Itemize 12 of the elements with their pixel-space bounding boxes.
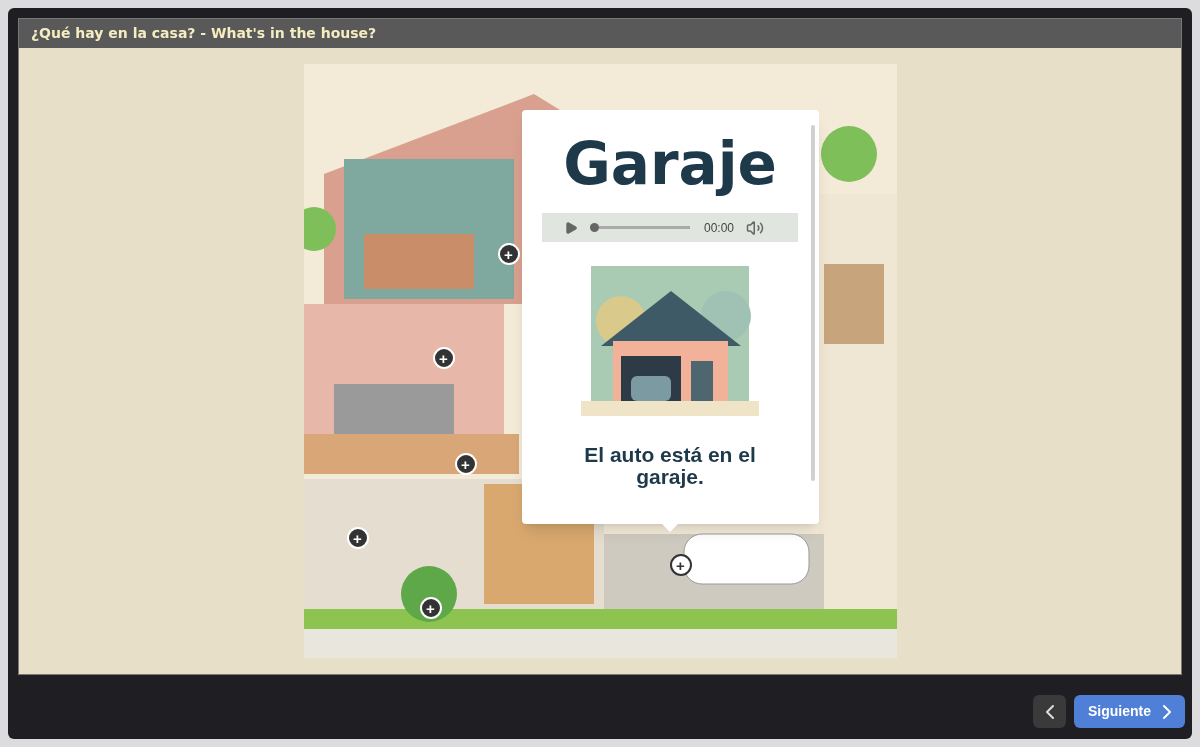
chevron-right-icon [1163, 704, 1171, 719]
volume-icon[interactable] [746, 218, 765, 237]
caption-text: El auto está en el garaje. [583, 444, 757, 488]
play-icon[interactable] [564, 220, 578, 235]
popup-title: Garaje [563, 132, 777, 196]
audio-thumb[interactable] [590, 223, 599, 232]
chevron-left-icon [1045, 704, 1054, 719]
window-title: ¿Qué hay en la casa? - What's in the house? [19, 19, 1181, 48]
audio-slider[interactable] [590, 223, 690, 232]
next-button[interactable]: Siguiente [1074, 695, 1185, 728]
audio-time: 00:00 [704, 219, 735, 237]
previous-button[interactable] [1033, 695, 1066, 728]
